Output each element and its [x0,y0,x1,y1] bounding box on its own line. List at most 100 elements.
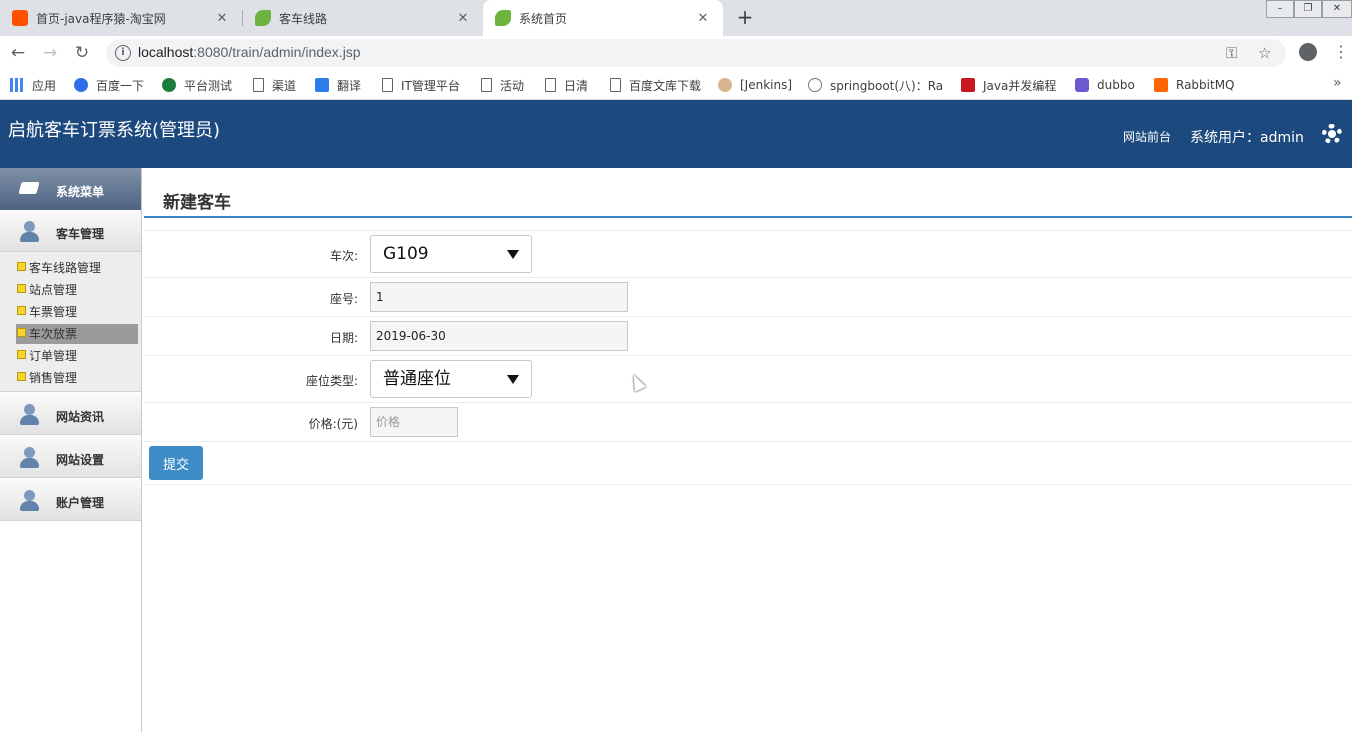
gear-icon[interactable] [1322,124,1342,144]
csdn-icon [961,78,975,92]
close-window-button[interactable]: ✕ [1322,0,1352,18]
seat-type-select[interactable]: 普通座位 [370,360,532,398]
bookmark-baidu[interactable]: 百度一下 [74,76,144,94]
sidebar-item-label: 客车线路管理 [29,261,102,275]
bookmark-label: 应用 [32,78,57,93]
price-label: 价格:(元) [308,417,358,431]
bookmarks-bar: 应用 百度一下 平台测试 渠道 翻译 IT管理平台 活动 日清 百度文库下载 [… [0,70,1352,100]
train-number-value: G109 [383,244,429,264]
bookmark-java-concurrency[interactable]: Java并发编程 [961,76,1056,94]
row-divider [144,441,1352,442]
sidebar-menu-title: 系统菜单 [56,185,105,199]
bookmark-jenkins[interactable]: [Jenkins] [718,76,792,94]
bookmark-label: 百度文库下载 [629,78,702,93]
bookmark-platform-test[interactable]: 平台测试 [162,76,232,94]
bookmark-wenku[interactable]: 百度文库下载 [610,76,701,94]
user-icon [18,221,42,243]
price-input[interactable] [370,407,458,437]
sidebar-group-label: 网站设置 [56,453,105,467]
page-icon [610,78,621,92]
tab-title: 客车线路 [279,11,328,26]
sidebar-submenu: 客车线路管理 站点管理 车票管理 车次放票 订单管理 销售管理 [0,252,141,392]
restore-window-button[interactable]: ❐ [1294,0,1322,18]
minimize-window-button[interactable]: – [1266,0,1294,18]
sidebar-group-accounts[interactable]: 账户管理 [0,479,141,521]
bookmark-label: [Jenkins] [740,78,793,92]
seat-number-input[interactable] [370,282,628,312]
browser-menu-icon[interactable]: ⋮ [1333,42,1349,61]
sidebar-group-label: 客车管理 [56,227,105,241]
row-divider [144,402,1352,403]
reload-icon[interactable]: ↻ [70,41,94,65]
bookmark-dubbo[interactable]: dubbo [1075,76,1135,94]
bookmark-activity[interactable]: 活动 [481,76,524,94]
bookmark-label: springboot(八)：Ra [830,78,944,93]
bookmark-apps[interactable]: 应用 [10,76,56,94]
close-tab-icon[interactable]: ✕ [455,11,471,26]
globe-icon [808,78,822,92]
user-icon [18,490,42,512]
url-text[interactable]: localhost:8080/train/admin/index.jsp [138,44,361,60]
bullet-square-icon [17,262,26,271]
sidebar-group-site-settings[interactable]: 网站设置 [0,436,141,478]
title-divider [144,216,1352,218]
date-input[interactable] [370,321,628,351]
bookmark-label: IT管理平台 [401,78,460,93]
key-icon[interactable]: ⚿ [1226,44,1237,62]
bookmark-springboot[interactable]: springboot(八)：Ra [808,76,944,94]
sidebar-item-label: 车票管理 [29,305,78,319]
address-bar-row: ← → ↻ i localhost:8080/train/admin/index… [0,36,1352,70]
bullet-square-icon [17,328,26,337]
sidebar-item-release-tickets[interactable]: 车次放票 [16,324,138,344]
new-tab-button[interactable]: + [734,5,756,29]
page-icon [545,78,556,92]
sidebar: 系统菜单 客车管理 客车线路管理 站点管理 车票管理 车次放票 订单管理 销售管… [0,168,142,732]
sidebar-group-site-news[interactable]: 网站资讯 [0,393,141,435]
row-divider [144,484,1352,485]
browser-tab-taobao[interactable]: 首页-java程序猿-淘宝网 ✕ [0,0,242,36]
user-icon [18,447,42,469]
bullet-square-icon [17,372,26,381]
forward-arrow-icon[interactable]: → [38,41,62,65]
menu-hand-icon [18,182,40,194]
bookmark-label: 活动 [500,78,525,93]
website-front-link[interactable]: 网站前台 [1123,128,1171,145]
sidebar-item-label: 销售管理 [29,371,78,385]
sidebar-item-routes[interactable]: 客车线路管理 [16,258,138,278]
row-divider [144,277,1352,278]
browser-tab-system-home[interactable]: 系统首页 ✕ [483,0,723,36]
sidebar-group-label: 账户管理 [56,496,105,510]
close-tab-icon[interactable]: ✕ [695,11,711,26]
browser-tab-routes[interactable]: 客车线路 ✕ [243,0,483,36]
spring-leaf-icon [255,10,271,26]
sidebar-item-sales[interactable]: 销售管理 [16,368,138,388]
bookmark-channel[interactable]: 渠道 [253,76,296,94]
bullet-square-icon [17,306,26,315]
bookmark-rabbitmq[interactable]: RabbitMQ [1154,76,1235,94]
submit-button[interactable]: 提交 [149,446,203,480]
bookmarks-overflow-icon[interactable]: » [1333,75,1342,91]
sidebar-item-orders[interactable]: 订单管理 [16,346,138,366]
sidebar-group-bus-management[interactable]: 客车管理 [0,210,141,252]
site-info-icon[interactable]: i [115,45,131,61]
bookmark-riqing[interactable]: 日清 [545,76,588,94]
bookmark-translate[interactable]: 翻译 [315,76,361,94]
bookmark-it-platform[interactable]: IT管理平台 [382,76,460,94]
app-title: 启航客车订票系统(管理员) [8,120,221,141]
close-tab-icon[interactable]: ✕ [214,11,230,26]
bookmark-star-icon[interactable]: ☆ [1258,44,1271,62]
bullet-square-icon [17,350,26,359]
sidebar-item-stations[interactable]: 站点管理 [16,280,138,300]
account-avatar-icon[interactable] [1299,43,1317,61]
url-omnibox[interactable]: i localhost:8080/train/admin/index.jsp ⚿… [106,39,1286,67]
bookmark-label: dubbo [1097,78,1135,92]
back-arrow-icon[interactable]: ← [6,41,30,65]
mouse-cursor-icon [628,372,646,392]
bookmark-label: 日清 [564,78,589,93]
sidebar-item-tickets[interactable]: 车票管理 [16,302,138,322]
sidebar-group-label: 网站资讯 [56,410,105,424]
app-header: 启航客车订票系统(管理员) 网站前台 系统用户：admin [0,100,1352,168]
train-number-select[interactable]: G109 [370,235,532,273]
dropdown-caret-icon [507,375,519,384]
row-divider [144,355,1352,356]
